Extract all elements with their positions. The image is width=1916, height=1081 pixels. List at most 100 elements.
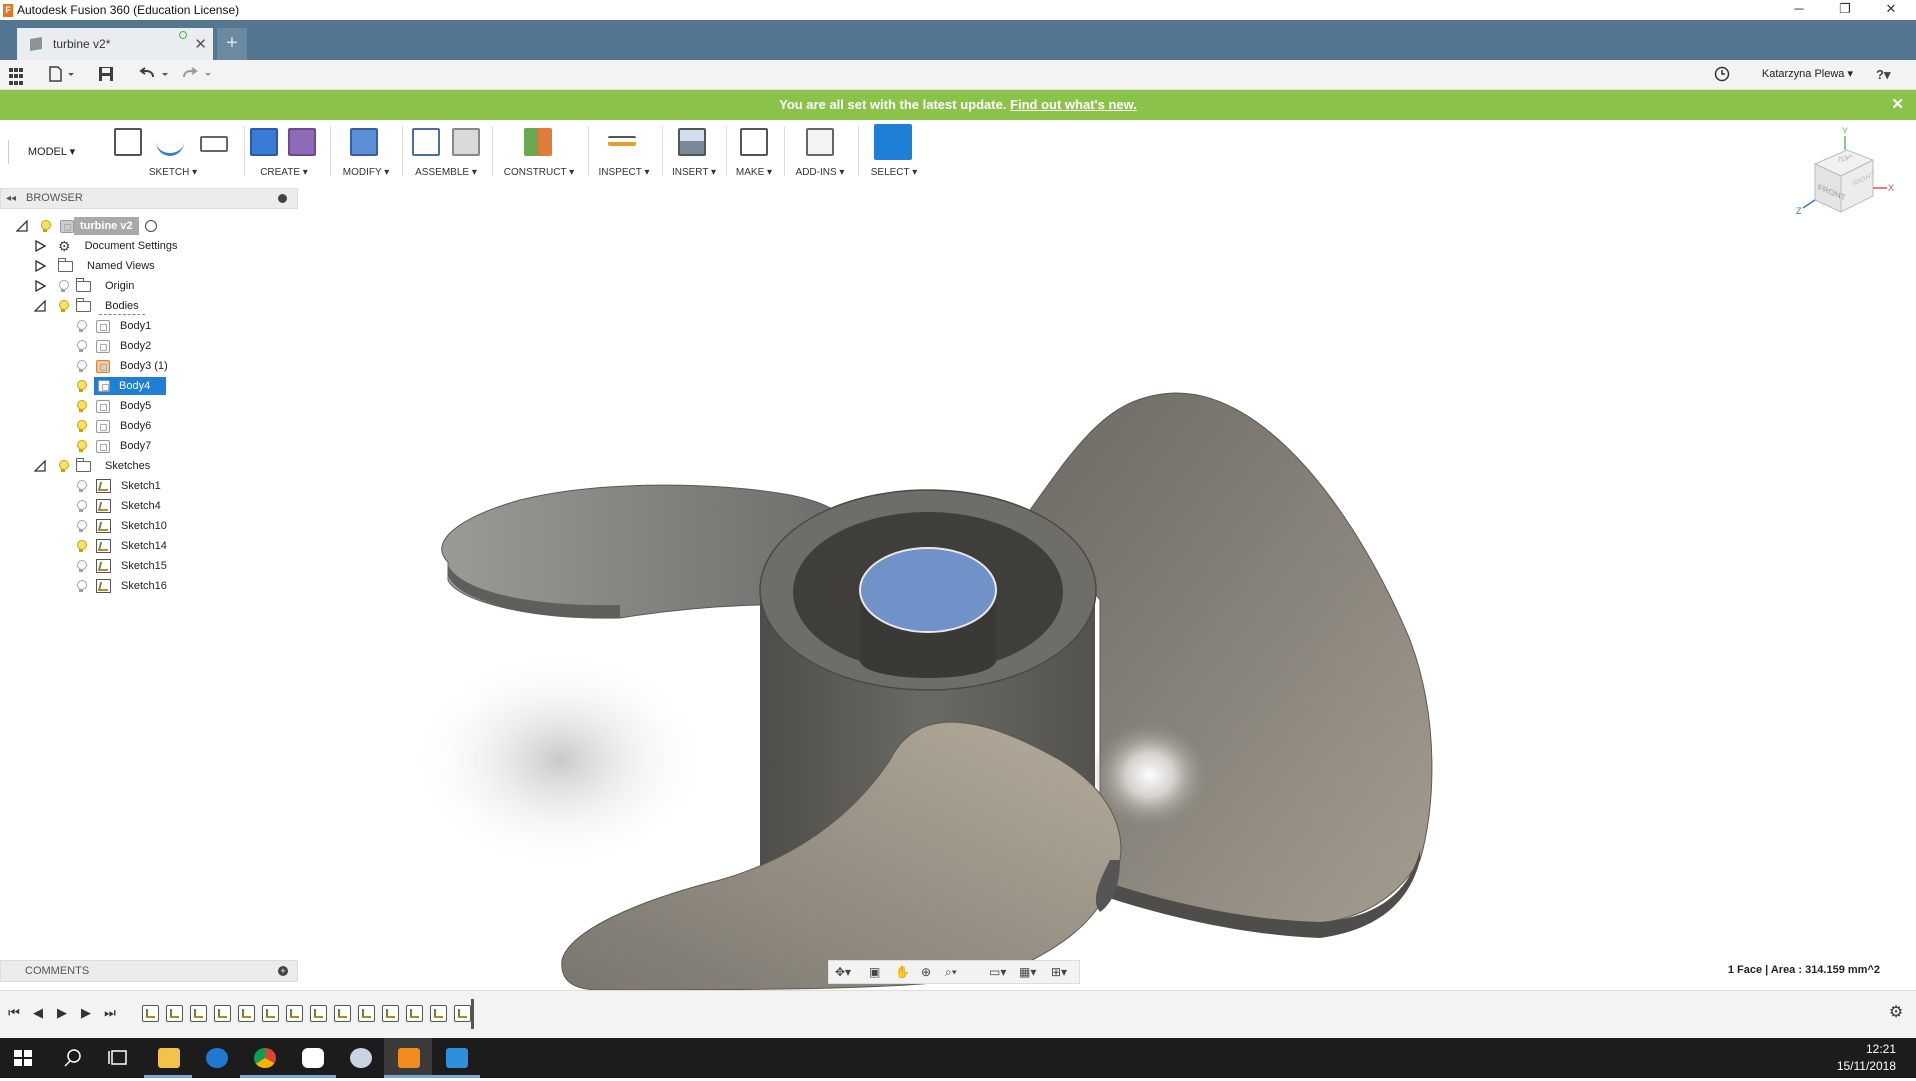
construct-group[interactable]: CONSTRUCT ▾ — [496, 122, 582, 180]
timeline-feature-icon[interactable] — [358, 1005, 375, 1022]
tree-named-views[interactable]: Named Views — [34, 256, 161, 276]
tree-sketches[interactable]: Sketches — [34, 456, 156, 476]
visibility-bulb-icon[interactable] — [76, 519, 87, 533]
look-at-icon[interactable]: ▣ — [869, 965, 880, 979]
timeline-feature-icon[interactable] — [382, 1005, 399, 1022]
3d-print-icon[interactable] — [740, 128, 768, 156]
job-status-clock-icon[interactable] — [1714, 66, 1730, 84]
maximize-button[interactable]: ❐ — [1822, 0, 1868, 20]
fusion360-taskbar[interactable] — [384, 1038, 432, 1078]
new-tab-button[interactable]: + — [217, 28, 247, 60]
steam-taskbar[interactable] — [336, 1038, 384, 1078]
browser-minimize-icon[interactable] — [278, 194, 287, 203]
search-taskbar-button[interactable] — [48, 1038, 96, 1078]
viewports-icon[interactable]: ⊞▾ — [1051, 965, 1067, 979]
select-group[interactable]: SELECT ▾ — [862, 122, 926, 180]
tree-body[interactable]: Body1 — [76, 316, 157, 336]
insert-group[interactable]: INSERT ▾ — [666, 122, 722, 180]
zoom-icon[interactable]: ⊕ — [921, 965, 931, 979]
visibility-bulb-icon[interactable] — [58, 459, 69, 473]
slack-taskbar[interactable] — [288, 1038, 336, 1078]
select-menu[interactable]: SELECT ▾ — [862, 167, 926, 178]
addins-menu[interactable]: ADD-INS ▾ — [788, 167, 852, 178]
tree-sketch[interactable]: Sketch1 — [76, 476, 167, 496]
tree-root-turbine[interactable]: turbine v2 — [16, 216, 157, 236]
timeline-marker[interactable] — [471, 999, 474, 1029]
visibility-bulb-icon[interactable] — [58, 279, 69, 293]
insert-image-icon[interactable] — [678, 128, 706, 156]
visibility-bulb-icon[interactable] — [76, 379, 87, 393]
help-menu-icon[interactable]: ?▾ — [1876, 66, 1890, 84]
grid-settings-icon[interactable]: ▦▾ — [1019, 965, 1036, 979]
data-panel-grid-icon[interactable] — [9, 68, 23, 86]
photos-taskbar[interactable] — [432, 1038, 480, 1078]
pan-icon[interactable]: ✋ — [895, 965, 910, 979]
system-clock[interactable]: 12:21 15/11/2018 — [1837, 1041, 1896, 1075]
browser-header[interactable]: ◂◂ BROWSER — [0, 188, 298, 209]
timeline-feature-icon[interactable] — [166, 1005, 183, 1022]
minimize-button[interactable]: ─ — [1776, 0, 1822, 20]
joint-icon[interactable] — [452, 128, 480, 156]
display-settings-icon[interactable]: ▭▾ — [989, 965, 1006, 979]
visibility-bulb-icon[interactable] — [76, 579, 87, 593]
new-component-icon[interactable] — [412, 128, 440, 156]
expanded-triangle-icon[interactable] — [34, 300, 46, 312]
visibility-bulb-icon[interactable] — [76, 539, 87, 553]
measure-icon[interactable] — [608, 136, 636, 146]
go-to-start-icon[interactable]: ⏮ — [6, 1005, 22, 1021]
tree-document-settings[interactable]: ⚙ Document Settings — [34, 236, 184, 256]
user-account-menu[interactable]: Katarzyna Plewa ▾ — [1762, 67, 1853, 80]
inspect-menu[interactable]: INSPECT ▾ — [592, 167, 656, 178]
undo-icon[interactable] — [139, 66, 171, 84]
expanded-triangle-icon[interactable] — [16, 220, 28, 232]
select-tool-icon[interactable] — [874, 124, 912, 160]
timeline-feature-icon[interactable] — [262, 1005, 279, 1022]
offset-plane-icon[interactable] — [524, 128, 552, 156]
create-group[interactable]: CREATE ▾ — [246, 122, 322, 180]
timeline-feature-icon[interactable] — [286, 1005, 303, 1022]
task-view-icon[interactable] — [96, 1038, 144, 1078]
comments-panel[interactable]: COMMENTS + — [0, 960, 298, 982]
tree-body-selected[interactable]: Body4 — [76, 376, 166, 396]
search-icon[interactable] — [48, 1038, 96, 1078]
banner-close-button[interactable]: ✕ — [1891, 90, 1904, 120]
assemble-group[interactable]: ASSEMBLE ▾ — [406, 122, 486, 180]
task-view-button[interactable] — [96, 1038, 144, 1078]
extrude-icon[interactable] — [250, 128, 278, 156]
tree-sketch[interactable]: Sketch10 — [76, 516, 173, 536]
collapse-browser-icon[interactable]: ◂◂ — [6, 189, 16, 208]
modify-group[interactable]: MODIFY ▾ — [338, 122, 394, 180]
view-cube[interactable]: TOP FRONT RIGHT Y X Z — [1795, 126, 1895, 236]
timeline-feature-icon[interactable] — [310, 1005, 327, 1022]
timeline-feature-icon[interactable] — [142, 1005, 159, 1022]
make-group[interactable]: MAKE ▾ — [730, 122, 778, 180]
step-forward-icon[interactable]: ▶ — [78, 1005, 94, 1021]
tree-body[interactable]: Body5 — [76, 396, 157, 416]
play-icon[interactable]: ▶ — [54, 1005, 70, 1021]
insert-menu[interactable]: INSERT ▾ — [666, 167, 722, 178]
create-menu[interactable]: CREATE ▾ — [246, 167, 322, 178]
timeline-feature-icon[interactable] — [214, 1005, 231, 1022]
timeline-feature-icon[interactable] — [454, 1005, 471, 1022]
sketch-menu[interactable]: SKETCH ▾ — [108, 167, 238, 178]
create-sketch-icon[interactable] — [114, 128, 142, 156]
workspace-switcher[interactable]: MODEL ▾ — [8, 140, 94, 164]
step-back-icon[interactable]: ◀ — [30, 1005, 46, 1021]
tree-body[interactable]: Body6 — [76, 416, 157, 436]
visibility-bulb-icon[interactable] — [76, 319, 87, 333]
tree-bodies[interactable]: Bodies — [34, 296, 145, 316]
close-window-button[interactable]: ✕ — [1868, 0, 1914, 20]
form-icon[interactable] — [288, 128, 316, 156]
go-to-end-icon[interactable]: ⏭ — [102, 1005, 118, 1021]
tree-sketch[interactable]: Sketch15 — [76, 556, 173, 576]
collapsed-triangle-icon[interactable] — [34, 240, 46, 252]
fit-icon[interactable]: ⌕▾ — [945, 965, 957, 979]
visibility-bulb-icon[interactable] — [76, 479, 87, 493]
timeline-feature-icon[interactable] — [190, 1005, 207, 1022]
tree-sketch[interactable]: Sketch16 — [76, 576, 173, 596]
add-comment-icon[interactable]: + — [278, 966, 288, 976]
addins-group[interactable]: ADD-INS ▾ — [788, 122, 852, 180]
tree-sketch[interactable]: Sketch14 — [76, 536, 173, 556]
redo-icon[interactable] — [182, 66, 214, 84]
chrome-taskbar[interactable] — [240, 1038, 288, 1078]
